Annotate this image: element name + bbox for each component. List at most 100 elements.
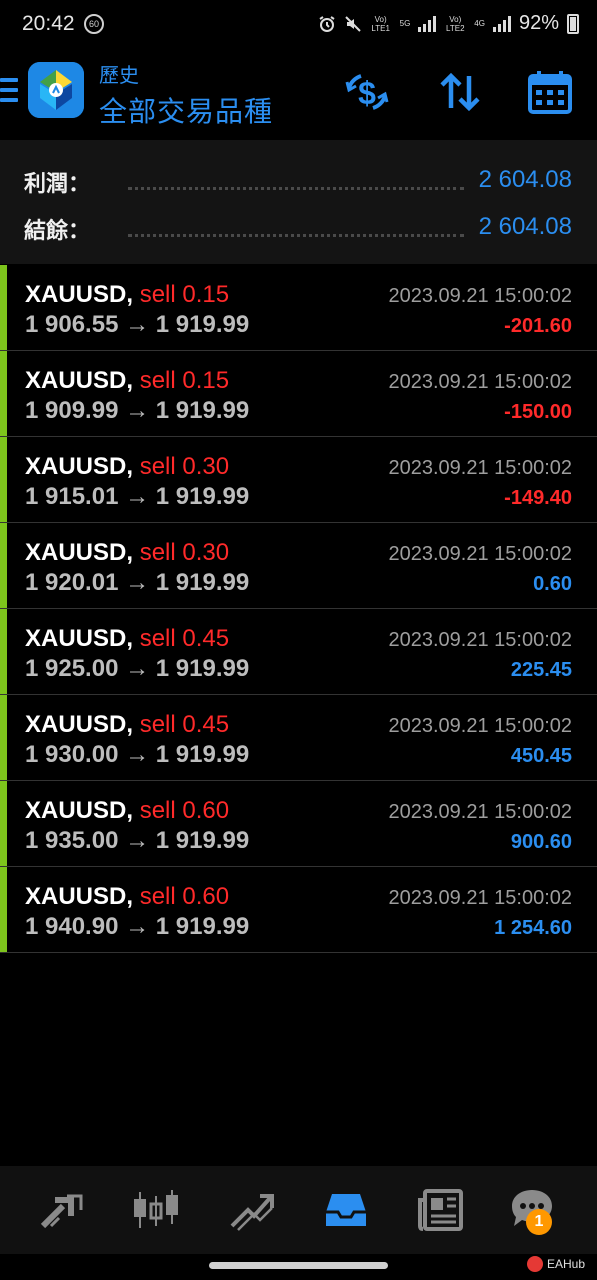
deal-symbol-line: XAUUSD, sell 0.60 [25,797,229,825]
header-subtitle: 歷史 [99,65,139,87]
deal-symbol-line: XAUUSD, sell 0.30 [25,539,229,567]
profit-label: 利潤： [24,171,91,196]
sort-icon[interactable] [436,68,484,116]
deal-close-price: 1 919.99 [155,483,250,510]
deal-row[interactable]: XAUUSD, sell 0.30 1 920.01 → 1 919.99 20… [0,523,597,609]
header-title[interactable]: 全部交易品種 [99,90,273,130]
deal-close-price: 1 919.99 [155,311,250,338]
deal-time: 2023.09.21 15:00:02 [388,285,572,307]
bottom-navigation: 1 [0,1166,597,1254]
balance-value: 2 604.08 [478,213,572,240]
deal-symbol-line: XAUUSD, sell 0.15 [25,281,229,309]
balance-row: 結餘： 2 604.08 [0,207,597,247]
currency-exchange-icon[interactable]: $ [343,68,391,116]
deal-indicator [0,351,7,436]
deal-profit: 0.60 [533,573,572,595]
watermark-text: EAHub [547,1257,586,1271]
signal2-icon [492,15,511,32]
history-icon[interactable] [322,1186,370,1234]
network1-label: 5G [399,19,411,28]
deal-open-price: 1 920.01 [25,569,119,596]
deal-profit: 225.45 [510,659,572,681]
deal-prices: 1 935.00 → 1 919.99 [25,827,249,855]
svg-text:$: $ [358,75,376,111]
deal-time: 2023.09.21 15:00:02 [388,457,572,479]
deal-side: sell 0.15 [139,367,230,394]
arrow-icon: → [125,655,150,682]
deal-row[interactable]: XAUUSD, sell 0.15 1 909.99 → 1 919.99 20… [0,351,597,437]
deal-open-price: 1 909.99 [25,397,119,424]
deal-indicator [0,523,7,608]
deal-profit: 450.45 [510,745,572,767]
deal-open-price: 1 906.55 [25,311,119,338]
profit-value: 2 604.08 [478,166,572,193]
deal-close-price: 1 919.99 [155,569,250,596]
calendar-icon[interactable] [526,68,574,116]
deal-symbol: XAUUSD, [25,281,134,308]
network2-label: 4G [474,19,485,28]
deal-symbol: XAUUSD, [25,625,134,652]
app-header: 歷史 全部交易品種 $ [0,52,597,140]
deal-symbol-line: XAUUSD, sell 0.45 [25,625,229,653]
watermark: EAHub [527,1256,585,1272]
arrow-icon: → [125,569,150,596]
status-icons: Vo) LTE1 5G Vo) LTE2 4G 92% [318,12,579,35]
news-icon[interactable] [417,1186,465,1234]
alarm-icon [319,15,335,32]
deal-row[interactable]: XAUUSD, sell 0.15 1 906.55 → 1 919.99 20… [0,265,597,351]
deal-time: 2023.09.21 15:00:02 [388,715,572,737]
arrow-icon: → [125,913,150,940]
deal-symbol-line: XAUUSD, sell 0.30 [25,453,229,481]
deal-row[interactable]: XAUUSD, sell 0.60 1 940.90 → 1 919.99 20… [0,867,597,953]
deal-side: sell 0.45 [139,625,230,652]
deal-indicator [0,437,7,522]
deal-indicator [0,695,7,780]
deal-side: sell 0.30 [139,539,230,566]
deal-open-price: 1 915.01 [25,483,119,510]
deal-open-price: 1 930.00 [25,741,119,768]
arrow-icon: → [125,483,150,510]
quotes-icon[interactable] [37,1186,85,1234]
deal-prices: 1 915.01 → 1 919.99 [25,483,249,511]
deal-row[interactable]: XAUUSD, sell 0.60 1 935.00 → 1 919.99 20… [0,781,597,867]
status-time: 20:42 [22,12,75,35]
deal-close-price: 1 919.99 [155,913,250,940]
deal-indicator [0,867,7,952]
deal-close-price: 1 919.99 [155,741,250,768]
chart-icon[interactable] [132,1186,180,1234]
dotted-leader [128,176,464,190]
deal-symbol-line: XAUUSD, sell 0.15 [25,367,229,395]
battery-icon [567,13,579,34]
deal-indicator [0,265,7,350]
trade-icon[interactable] [228,1186,276,1234]
deal-profit: -149.40 [504,487,572,509]
deal-indicator [0,781,7,866]
deal-prices: 1 906.55 → 1 919.99 [25,311,249,339]
arrow-icon: → [125,827,150,854]
deal-list: XAUUSD, sell 0.15 1 906.55 → 1 919.99 20… [0,265,597,953]
deal-row[interactable]: XAUUSD, sell 0.30 1 915.01 → 1 919.99 20… [0,437,597,523]
deal-profit: -150.00 [504,401,572,423]
lte1-label: Vo) LTE1 [371,14,390,33]
chat-badge: 1 [526,1209,552,1235]
deal-prices: 1 930.00 → 1 919.99 [25,741,249,769]
deal-time: 2023.09.21 15:00:02 [388,887,572,909]
deal-side: sell 0.30 [139,453,230,480]
deal-prices: 1 925.00 → 1 919.99 [25,655,249,683]
deal-time: 2023.09.21 15:00:02 [388,801,572,823]
menu-icon[interactable] [0,78,18,106]
deal-row[interactable]: XAUUSD, sell 0.45 1 930.00 → 1 919.99 20… [0,695,597,781]
deal-row[interactable]: XAUUSD, sell 0.45 1 925.00 → 1 919.99 20… [0,609,597,695]
status-bar: 20:42 60 Vo) LTE1 5G Vo) LTE2 4G 92% [0,0,597,52]
deal-side: sell 0.60 [139,883,230,910]
deal-symbol-line: XAUUSD, sell 0.45 [25,711,229,739]
arrow-icon: → [125,397,150,424]
summary-panel: 利潤： 2 604.08 結餘： 2 604.08 [0,140,597,264]
home-indicator[interactable] [209,1262,388,1269]
deal-symbol: XAUUSD, [25,711,134,738]
dotted-leader [128,223,464,237]
watermark-logo-icon [527,1256,543,1272]
sixty-icon: 60 [84,14,104,34]
deal-side: sell 0.15 [139,281,230,308]
battery-percent: 92% [518,12,559,34]
